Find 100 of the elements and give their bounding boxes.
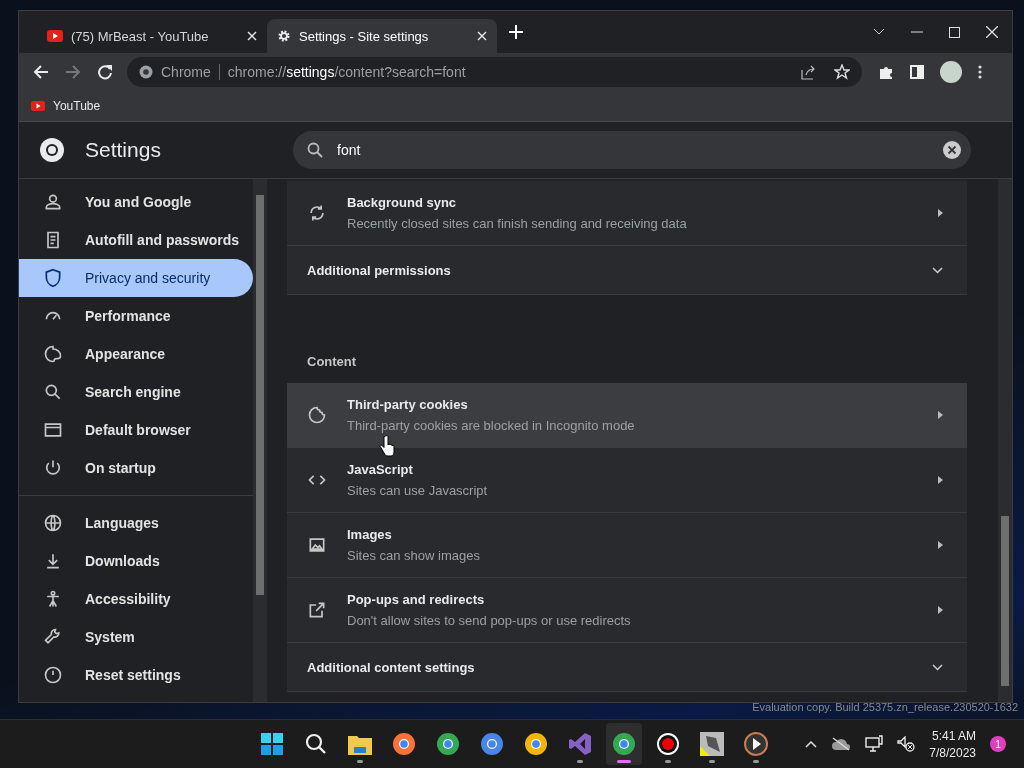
row-description: Don't allow sites to send pop-ups or use redirects (347, 613, 632, 628)
settings-row[interactable]: Pop-ups and redirects Don't allow sites to send pop-ups or use redirects (287, 578, 967, 643)
taskbar-button[interactable] (606, 723, 642, 765)
chevron-up-icon[interactable] (805, 740, 818, 748)
expandable-section[interactable]: Additional content settings (287, 643, 967, 692)
close-icon[interactable] (986, 26, 998, 38)
clock-date: 7/8/2023 (929, 745, 976, 760)
folder-icon (348, 733, 372, 755)
row-glyph-icon (307, 203, 327, 223)
bookmark-item[interactable]: YouTube (31, 99, 101, 113)
scrollbar[interactable] (253, 179, 267, 702)
site-label: Chrome (161, 64, 211, 80)
sidebar-item[interactable]: Autofill and passwords (19, 221, 253, 259)
share-icon[interactable] (800, 64, 816, 80)
sidebar-item[interactable]: On startup (19, 449, 253, 487)
menu-icon-glyph-icon (43, 420, 63, 440)
hand-cursor-icon (379, 435, 395, 457)
row-title: Background sync (347, 195, 458, 210)
avatar[interactable] (940, 61, 962, 83)
chevron-down-icon (932, 266, 943, 274)
arrow-right-icon (938, 209, 943, 217)
settings-row[interactable]: Images Sites can show images (287, 513, 967, 578)
browser-logo-icon (436, 732, 460, 756)
sidebar-item[interactable]: Accessibility (19, 580, 253, 618)
sidebar-item[interactable]: Appearance (19, 335, 253, 373)
cloud-off-icon[interactable] (831, 737, 852, 751)
row-description: Recently closed sites can finish sending and receiving data (347, 216, 688, 231)
sidebar-item[interactable]: Search engine (19, 373, 253, 411)
row-description: Sites can show images (347, 548, 481, 563)
sidebar-item[interactable]: You and Google (19, 183, 253, 221)
sidebar-item[interactable]: Performance (19, 297, 253, 335)
speaker-muted-icon[interactable] (897, 736, 916, 752)
play-logo-icon (47, 30, 63, 42)
row-title: JavaScript (347, 462, 414, 477)
windows-logo-icon (261, 733, 283, 755)
watermark-text: Evaluation copy. Build 25375.zn_release.230520-1632 (752, 701, 1018, 713)
more-vertical-icon[interactable] (978, 65, 982, 79)
clock-time: 5:41 AM (931, 728, 976, 743)
reload-icon[interactable] (97, 64, 113, 80)
menu-icon-glyph-icon (43, 665, 63, 685)
chevron-down-icon (932, 663, 943, 671)
menu-icon-glyph-icon (43, 458, 63, 478)
sidebar-item[interactable]: Reset settings (19, 656, 253, 694)
puzzle-icon[interactable] (878, 64, 894, 80)
arrow-right-icon (938, 541, 943, 549)
clock[interactable]: 5:41 AM 7/8/2023 (929, 728, 976, 760)
row-description: Sites can use Javascript (347, 483, 489, 498)
section-heading: Content (307, 354, 357, 369)
address-text: chrome://settings/content?search=font (227, 64, 466, 80)
maximize-icon[interactable] (949, 26, 960, 38)
forward-arrow-icon[interactable] (65, 64, 81, 80)
address-bar[interactable]: Chrome chrome://settings/content?search=font (127, 57, 862, 87)
browser-tab[interactable]: Settings - Site settings (267, 19, 497, 53)
row-glyph-icon (307, 405, 327, 425)
section-title: Additional content settings (307, 659, 475, 675)
tab-title: (75) MrBeast - YouTube (71, 28, 210, 44)
close-icon[interactable] (247, 31, 257, 41)
settings-row[interactable]: Background sync Recently closed sites can finish sending and receiving data (287, 181, 967, 246)
browser-logo-icon (524, 732, 548, 756)
browser-tab[interactable]: (75) MrBeast - YouTube (37, 19, 267, 53)
record-icon (656, 732, 680, 756)
settings-row[interactable]: JavaScript Sites can use Javascript (287, 448, 967, 513)
row-title: Pop-ups and redirects (347, 592, 486, 607)
chrome-logo-icon (39, 137, 65, 163)
search-icon (305, 733, 327, 755)
arrow-right-icon (938, 476, 943, 484)
menu-icon-glyph-icon (43, 344, 63, 364)
browser-logo-icon (612, 732, 636, 756)
search-icon (307, 142, 323, 158)
gear-icon (277, 29, 291, 43)
sidebar-item[interactable]: Downloads (19, 542, 253, 580)
menu-icon-glyph-icon (43, 513, 63, 533)
sidebar-item[interactable]: Privacy and security (19, 259, 253, 297)
star-icon[interactable] (834, 64, 850, 80)
sidebar-item[interactable]: Default browser (19, 411, 253, 449)
row-description: Third-party cookies are blocked in Incognito mode (347, 418, 636, 433)
menu-icon-glyph-icon (43, 192, 63, 212)
new-tab-icon[interactable] (509, 25, 523, 39)
notification-badge[interactable]: 1 (990, 736, 1006, 752)
scrollbar[interactable] (998, 179, 1012, 702)
sidebar-item[interactable]: System (19, 618, 253, 656)
close-icon[interactable] (477, 31, 487, 41)
chrome-logo-icon (139, 65, 153, 79)
arrow-right-icon (938, 606, 943, 614)
back-arrow-icon[interactable] (33, 64, 49, 80)
menu-icon-glyph-icon (43, 382, 63, 402)
browser-logo-icon (392, 732, 416, 756)
clear-icon[interactable] (943, 141, 961, 159)
search-field[interactable]: font (293, 131, 971, 169)
section-title: Additional permissions (307, 262, 451, 278)
arrow-right-icon (938, 411, 943, 419)
play-icon (744, 732, 768, 756)
sidebar-item[interactable]: Languages (19, 504, 253, 542)
menu-icon-glyph-icon (43, 627, 63, 647)
row-title: Third-party cookies (347, 397, 469, 412)
side-panel-icon[interactable] (910, 65, 924, 79)
chevron-down-icon[interactable] (873, 28, 885, 36)
network-icon[interactable] (865, 735, 884, 753)
row-glyph-icon (307, 535, 327, 555)
tab-title: Settings - Site settings (299, 28, 430, 44)
